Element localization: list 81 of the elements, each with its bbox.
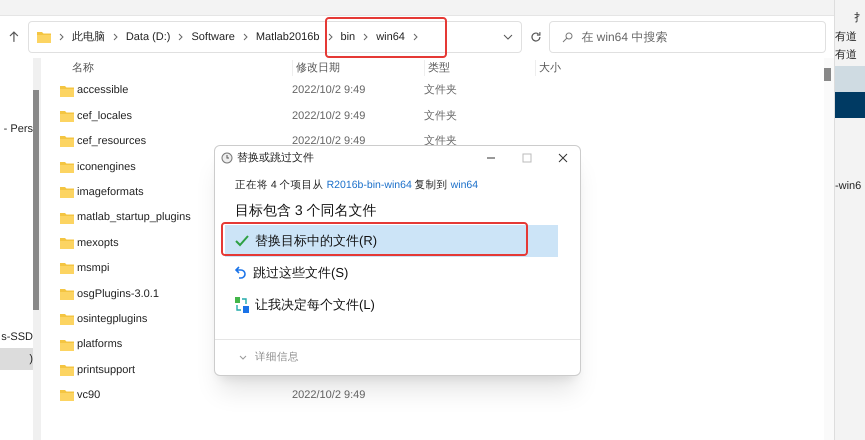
chevron-icon bbox=[112, 33, 118, 41]
folder-icon bbox=[60, 135, 74, 148]
folder-icon bbox=[60, 160, 74, 173]
file-name[interactable]: cef_locales bbox=[77, 108, 132, 124]
modified-date: 2022/10/2 9:49 bbox=[292, 84, 366, 96]
file-name[interactable]: platforms bbox=[77, 336, 122, 353]
column-header[interactable]: 名称 bbox=[72, 62, 94, 74]
folder-icon bbox=[60, 186, 74, 198]
column-header[interactable]: 大小 bbox=[539, 62, 561, 74]
window-fragment-text: 扌 bbox=[854, 11, 865, 26]
chevron-icon bbox=[178, 33, 184, 41]
folder-icon bbox=[36, 31, 51, 43]
sidebar-item[interactable]: s-SSD bbox=[0, 326, 33, 348]
breadcrumb-item[interactable]: Matlab2016b bbox=[256, 28, 320, 46]
file-name[interactable]: cef_resources bbox=[77, 133, 146, 150]
chevron-icon bbox=[328, 33, 332, 41]
refresh-icon[interactable] bbox=[530, 31, 542, 43]
file-name[interactable]: vc90 bbox=[77, 387, 100, 404]
breadcrumb-item[interactable]: 此电脑 bbox=[72, 28, 105, 46]
folder-icon bbox=[60, 364, 74, 376]
file-type: 文件夹 bbox=[424, 110, 457, 122]
file-type: 文件夹 bbox=[424, 135, 457, 148]
chevron-icon bbox=[242, 33, 248, 41]
column-header[interactable]: 修改日期 bbox=[296, 62, 340, 74]
window-fragment-text: -win6 bbox=[835, 178, 862, 194]
folder-icon bbox=[60, 389, 74, 402]
folder-icon bbox=[60, 288, 74, 300]
search-field[interactable]: 在 win64 中搜索 bbox=[549, 21, 826, 53]
search-icon bbox=[562, 32, 574, 42]
chevron-down-icon[interactable] bbox=[239, 355, 247, 360]
close-icon[interactable] bbox=[558, 153, 568, 163]
details-toggle[interactable]: 详细信息 bbox=[255, 350, 299, 366]
folder-icon bbox=[60, 84, 74, 97]
copy-message: 正在将 4 个项目从 R2016b-bin-win64 复制到 win64 bbox=[234, 178, 480, 193]
folder-icon bbox=[60, 212, 74, 224]
scrollbar-thumb[interactable] bbox=[824, 68, 831, 81]
option-item[interactable]: 跳过这些文件(S) bbox=[225, 256, 558, 289]
file-name[interactable]: osintegplugins bbox=[77, 310, 148, 328]
chevron-icon bbox=[363, 33, 368, 41]
folder-icon bbox=[60, 338, 74, 351]
clock-icon bbox=[221, 152, 233, 164]
modified-date: 2022/10/2 9:49 bbox=[292, 389, 366, 402]
folder-link[interactable]: win64 bbox=[450, 179, 478, 191]
modified-date: 2022/10/2 9:49 bbox=[292, 110, 366, 122]
file-type: 文件夹 bbox=[424, 84, 457, 96]
file-name[interactable]: printsupport bbox=[77, 362, 136, 378]
dialog-heading: 目标包含 3 个同名文件 bbox=[234, 200, 378, 220]
modified-date: 2022/10/2 9:49 bbox=[292, 135, 366, 148]
chevron-icon bbox=[412, 33, 418, 41]
folder-icon bbox=[60, 110, 74, 122]
column-header[interactable]: 类型 bbox=[428, 62, 450, 74]
folder-icon bbox=[60, 237, 74, 250]
breadcrumb-item[interactable]: bin bbox=[340, 28, 356, 46]
up-arrow-icon[interactable] bbox=[8, 31, 20, 43]
swap-files-icon bbox=[235, 296, 249, 313]
undo-arrow-icon bbox=[235, 266, 247, 280]
folder-icon bbox=[60, 262, 74, 274]
breadcrumb-item[interactable]: Software bbox=[191, 28, 235, 46]
address-bar[interactable]: 此电脑 Data (D:) Software Matlab2016b bin win64 bbox=[28, 21, 522, 53]
window-fragment-text: 有道 bbox=[835, 48, 858, 63]
scrollbar-thumb[interactable] bbox=[33, 90, 39, 310]
sidebar-item[interactable]: ) bbox=[0, 348, 33, 370]
file-name[interactable]: mexopts bbox=[77, 234, 119, 252]
file-name[interactable]: imageformats bbox=[77, 184, 144, 200]
option-item[interactable]: 让我决定每个文件(L) bbox=[225, 288, 558, 321]
checkmark-icon bbox=[235, 234, 249, 247]
option-item[interactable]: 替换目标中的文件(R) bbox=[225, 224, 558, 257]
file-name[interactable]: msmpi bbox=[77, 260, 110, 277]
file-name[interactable]: osgPlugins-3.0.1 bbox=[77, 286, 159, 302]
file-name[interactable]: accessible bbox=[77, 82, 128, 99]
file-name[interactable]: iconengines bbox=[77, 158, 136, 176]
dialog-title: 替换或跳过文件 bbox=[237, 150, 314, 166]
sidebar-item[interactable]: - Pers bbox=[0, 118, 33, 140]
folder-icon bbox=[60, 313, 74, 326]
chevron-icon bbox=[58, 33, 64, 41]
folder-link[interactable]: R2016b-bin-win64 bbox=[326, 179, 412, 191]
dropdown-icon[interactable] bbox=[502, 34, 512, 40]
window-fragment-text: 有道 bbox=[835, 30, 858, 44]
breadcrumb-item[interactable]: win64 bbox=[376, 28, 405, 46]
breadcrumb-item[interactable]: Data (D:) bbox=[126, 28, 170, 46]
file-name[interactable]: matlab_startup_plugins bbox=[77, 209, 191, 226]
